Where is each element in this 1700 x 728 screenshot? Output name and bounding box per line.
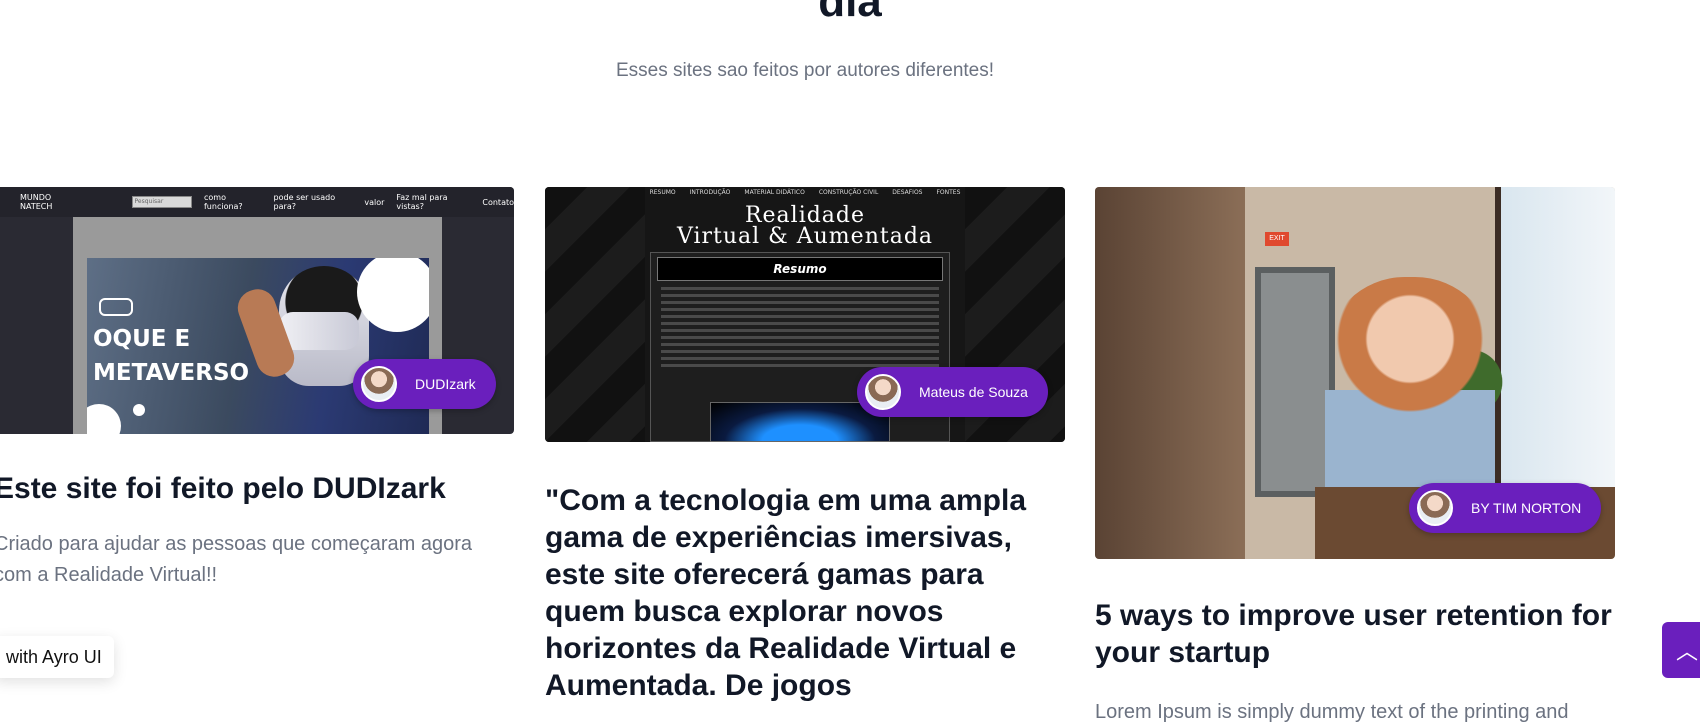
preview-nav-link: como funciona? [203,193,243,211]
preview-brand: MUNDO NATECH [20,193,53,211]
card-thumbnail[interactable]: EXIT BY TIM NORTON [1095,187,1615,559]
preview-nav-link: valor [364,197,385,207]
decor-circle [133,404,145,416]
decor-circle [87,404,121,434]
blog-card-1: MUNDO NATECH Pesquisar como funciona? po… [0,187,514,591]
chevron-up-icon: ︿ [1676,639,1699,664]
author-avatar [865,374,901,410]
preview-navbar: MUNDO NATECH Pesquisar como funciona? po… [0,187,514,217]
card-thumbnail[interactable]: MUNDO NATECH Pesquisar como funciona? po… [0,187,514,434]
card-title[interactable]: 5 ways to improve user retention for you… [1095,597,1615,671]
section-title: dia [818,0,882,26]
author-name: Mateus de Souza [919,384,1028,400]
preview-navbar: RESUMO INTRODUÇÃO MATERIAL DIDÁTICO CONS… [545,187,1065,199]
card-title[interactable]: Este site foi feito pelo DUDIzark [0,470,514,507]
card-description: Criado para ajudar as pessoas que começa… [0,533,473,586]
vr-goggles-icon [99,298,133,316]
author-badge[interactable]: Mateus de Souza [857,367,1048,417]
author-name: DUDIzark [415,376,476,392]
author-badge[interactable]: BY TIM NORTON [1409,483,1602,533]
ayro-ui-badge[interactable]: with Ayro UI [0,636,114,678]
preview-search-input: Pesquisar [131,196,192,208]
author-badge[interactable]: DUDIzark [353,359,496,409]
exit-sign: EXIT [1265,232,1289,246]
blog-card-2: RESUMO INTRODUÇÃO MATERIAL DIDÁTICO CONS… [545,187,1065,704]
author-avatar [361,366,397,402]
card-thumbnail[interactable]: RESUMO INTRODUÇÃO MATERIAL DIDÁTICO CONS… [545,187,1065,442]
preview-nav-link: RESUMO [649,189,676,196]
preview-nav-link: FONTES [936,189,961,196]
preview-box-heading: Resumo [657,257,943,281]
blog-card-3: EXIT BY TIM NORTON 5 ways to improve use… [1095,187,1615,728]
scroll-top-button[interactable]: ︿ [1662,622,1700,678]
author-avatar [1417,490,1453,526]
preview-nav-link: CONSTRUÇÃO CIVIL [818,189,879,196]
preview-paragraph [661,287,939,367]
preview-nav-link: INTRODUÇÃO [689,189,731,196]
badge-label: with Ayro UI [6,646,102,667]
card-title[interactable]: "Com a tecnologia em uma ampla gama de e… [545,482,1065,704]
preview-nav-link: MATERIAL DIDÁTICO [744,189,805,196]
preview-nav-link: Contato [482,197,514,207]
card-description: Lorem Ipsum is simply dummy text of the … [1095,701,1569,723]
photo-wall [1095,187,1245,559]
vr-headset-icon [279,312,359,350]
preview-hero-text: OQUE E METAVERSO [93,326,250,386]
preview-nav-link: pode ser usado para? [273,193,336,211]
author-name: BY TIM NORTON [1471,500,1582,516]
preview-title: Realidade Virtual & Aumentada [676,203,934,249]
preview-nav-link: Faz mal para vistas? [396,193,448,211]
section-subtitle: Esses sites sao feitos por autores difer… [615,60,995,81]
photo-door [1255,267,1335,497]
preview-nav-link: DESAFIOS [892,189,923,196]
